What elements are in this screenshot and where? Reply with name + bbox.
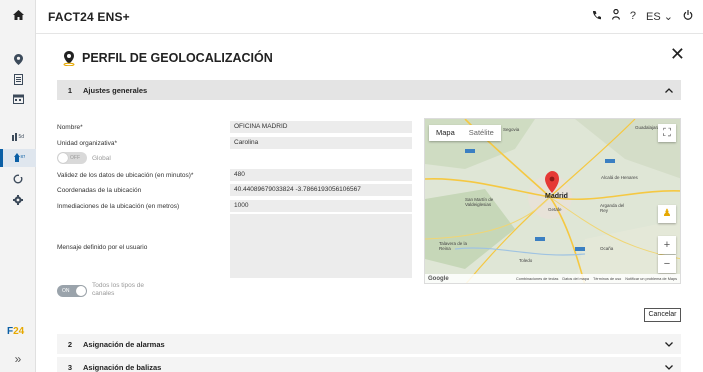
- map-label-arganda: Arganda del Rey: [600, 203, 625, 213]
- org-unit-field[interactable]: Carolina: [230, 137, 412, 149]
- document-icon[interactable]: [0, 70, 36, 88]
- settings-gear-icon[interactable]: [0, 191, 36, 209]
- name-label: Nombre*: [57, 124, 83, 131]
- map-footer-data: Datos del mapa: [562, 276, 589, 281]
- radius-field[interactable]: 1000: [230, 200, 412, 212]
- calendar-icon[interactable]: [0, 90, 36, 108]
- map-canvas: [425, 119, 680, 283]
- geolocation-pin-icon: [62, 50, 76, 66]
- brand-logo: F24: [7, 326, 24, 337]
- map-type-tabs: Mapa Satélite: [429, 125, 501, 141]
- all-types-label: Todos los tipos de canales: [92, 282, 145, 297]
- toggle-state: OFF: [70, 155, 80, 161]
- map-label-talavera: Talavera de la Reina: [439, 241, 468, 251]
- section-number: 3: [67, 362, 73, 372]
- fullscreen-icon[interactable]: ⛶: [658, 124, 676, 142]
- close-icon[interactable]: ✕: [670, 44, 685, 65]
- section-header-alarms[interactable]: 2 Asignación de alarmas: [57, 334, 681, 354]
- org-unit-label: Unidad organizativa*: [57, 140, 117, 147]
- expand-rail-button[interactable]: »: [0, 350, 36, 368]
- all-types-toggle-row: ON Todos los tipos de canales: [57, 282, 152, 298]
- map-label-toledo: Toledo: [519, 258, 533, 263]
- toggle-knob: [58, 153, 68, 163]
- page-title: PERFIL DE GEOLOCALIZACIÓN: [62, 50, 273, 66]
- section-number: 1: [67, 85, 73, 95]
- section-label: Asignación de balizas: [83, 362, 162, 372]
- home-icon[interactable]: [0, 6, 36, 24]
- street-view-pegman-icon[interactable]: ♟: [658, 205, 676, 223]
- validity-field[interactable]: 480: [230, 169, 412, 181]
- chevron-down-icon: ⌄: [663, 10, 673, 23]
- app-root: 5d 87 F24 » FACT24 ENS+ ? ES ⌄ PERFIL DE…: [0, 0, 703, 372]
- svg-text:5d: 5d: [19, 134, 25, 140]
- section-header-beacons[interactable]: 3 Asignación de balizas: [57, 357, 681, 372]
- alarm-icon[interactable]: 5d: [0, 128, 36, 146]
- google-logo: Google: [428, 275, 449, 282]
- section-label: Asignación de alarmas: [83, 339, 165, 349]
- coordinates-field[interactable]: 40.44089679033824 -3.7866193056106567: [230, 184, 412, 196]
- map-label-guadalajara: Guadalajara: [635, 125, 660, 130]
- chevron-down-icon[interactable]: [657, 340, 681, 349]
- map-footer-terms[interactable]: Términos de uso: [593, 277, 621, 281]
- message-textarea[interactable]: [230, 214, 412, 278]
- chevron-down-icon[interactable]: [657, 363, 681, 372]
- all-types-toggle[interactable]: ON: [57, 285, 87, 297]
- radius-label: Inmediaciones de la ubicación (en metros…: [57, 203, 180, 210]
- phone-icon[interactable]: [592, 10, 602, 23]
- language-select[interactable]: ES ⌄: [646, 10, 673, 23]
- left-rail: 5d 87 F24 »: [0, 0, 36, 372]
- section-header-general[interactable]: 1 Ajustes generales: [57, 80, 681, 100]
- top-bar: FACT24 ENS+ ? ES ⌄: [36, 0, 703, 34]
- validity-label: Validez de los datos de ubicación (en mi…: [57, 172, 194, 179]
- map-view[interactable]: Mapa Satélite ⛶ ♟ + − Madrid Getafe Tole…: [424, 118, 681, 284]
- svg-text:87: 87: [21, 154, 26, 159]
- notifications-icon[interactable]: 87: [0, 149, 36, 167]
- section-number: 2: [67, 339, 73, 349]
- map-label-ocana: Ocaña: [600, 246, 614, 251]
- language-value: ES: [646, 10, 661, 23]
- coordinates-label: Coordenadas de la ubicación: [57, 187, 142, 194]
- cancel-button[interactable]: Cancelar: [644, 308, 681, 322]
- map-label-alcala: Alcalá de Henares: [601, 175, 638, 180]
- user-icon[interactable]: [611, 8, 620, 23]
- global-toggle[interactable]: OFF: [57, 152, 87, 164]
- page-title-text: PERFIL DE GEOLOCALIZACIÓN: [82, 51, 273, 65]
- map-label-san-martin: San Martín de Valdeiglesias: [465, 197, 494, 207]
- global-label: Global: [92, 154, 111, 162]
- map-footer: Google Combinaciones de teclas Datos del…: [425, 274, 680, 283]
- message-label: Mensaje definido por el usuario: [57, 244, 148, 251]
- zoom-out-button[interactable]: −: [658, 255, 676, 273]
- location-pin-icon[interactable]: [0, 50, 36, 68]
- map-label-segovia: Segovia: [503, 127, 520, 132]
- toggle-state: ON: [62, 288, 70, 294]
- toggle-knob: [76, 286, 86, 296]
- tab-satellite[interactable]: Satélite: [462, 125, 501, 141]
- app-title: FACT24 ENS+: [48, 10, 130, 24]
- power-icon[interactable]: [683, 9, 693, 23]
- tab-map[interactable]: Mapa: [429, 125, 462, 141]
- map-footer-report[interactable]: Notificar un problema de Maps: [625, 277, 677, 281]
- zoom-in-button[interactable]: +: [658, 236, 676, 254]
- global-toggle-row: OFF Global: [57, 152, 111, 164]
- name-field[interactable]: OFICINA MADRID: [230, 121, 412, 133]
- map-label-madrid: Madrid: [545, 193, 568, 200]
- chevron-up-icon[interactable]: [657, 86, 681, 95]
- map-footer-shortcuts[interactable]: Combinaciones de teclas: [516, 277, 558, 281]
- section-label: Ajustes generales: [83, 85, 148, 95]
- map-label-getafe: Getafe: [548, 207, 562, 212]
- help-icon[interactable]: ?: [630, 10, 636, 22]
- refresh-icon[interactable]: [0, 170, 36, 188]
- brand-suffix: 24: [13, 326, 25, 337]
- top-bar-actions: ? ES ⌄: [592, 8, 693, 23]
